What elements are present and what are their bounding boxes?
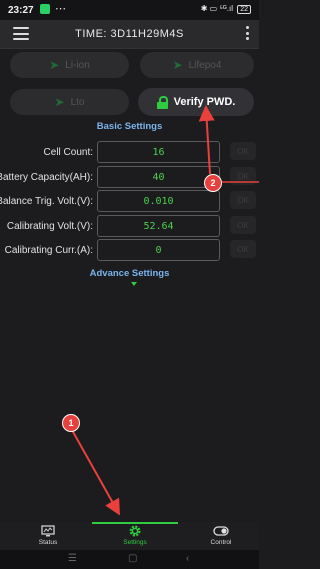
system-navigation-bar: ☰ ▢ ‹: [0, 550, 259, 569]
annotation-arrow-1: [71, 429, 120, 516]
tab-control[interactable]: Control: [186, 524, 256, 550]
gear-icon: [128, 524, 142, 538]
back-button[interactable]: ‹: [186, 553, 189, 564]
tab-control-label: Control: [210, 539, 232, 546]
home-button[interactable]: ▢: [128, 553, 137, 564]
status-icon: [41, 524, 55, 538]
tab-settings-label: Settings: [123, 539, 147, 546]
annotation-badge-1: 1: [62, 414, 80, 432]
tab-status-label: Status: [38, 539, 58, 546]
annotation-arrows: [71, 105, 259, 516]
tab-settings[interactable]: Settings: [100, 524, 170, 550]
annotation-arrow-2: [198, 105, 215, 175]
recents-button[interactable]: ☰: [68, 553, 77, 564]
tab-status[interactable]: Status: [13, 524, 83, 550]
toggle-icon: [213, 524, 229, 538]
annotation-badge-2: 2: [204, 174, 222, 192]
